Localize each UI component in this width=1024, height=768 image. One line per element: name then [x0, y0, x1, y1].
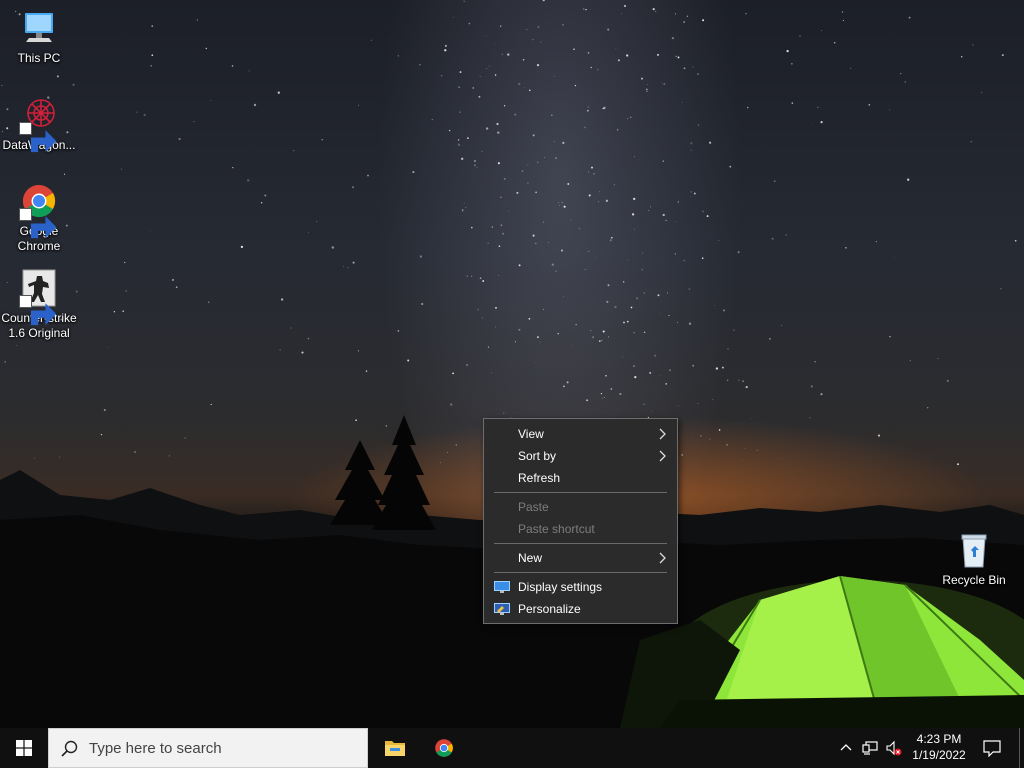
menu-item-paste: Paste	[484, 496, 677, 518]
menu-item-label: Refresh	[518, 471, 561, 485]
recycle-bin-icon	[954, 530, 994, 570]
action-center-button[interactable]	[980, 728, 1008, 768]
desktop-icon-recycle-bin[interactable]: Recycle Bin	[936, 530, 1012, 588]
menu-item-refresh[interactable]: Refresh	[484, 467, 677, 489]
menu-separator	[494, 543, 667, 544]
chrome-icon	[19, 181, 59, 239]
desktop-icon-counter-strike[interactable]: Counter-strike 1.6 Original	[1, 268, 77, 341]
taskbar-clock[interactable]: 4:23 PM 1/19/2022	[902, 731, 976, 763]
menu-item-display-settings[interactable]: Display settings	[484, 576, 677, 598]
menu-item-label: Display settings	[518, 580, 603, 594]
computer-icon	[19, 8, 59, 48]
display-settings-icon	[494, 581, 510, 593]
menu-item-label: New	[518, 551, 543, 565]
volume-muted-icon	[886, 740, 902, 756]
menu-item-label: View	[518, 427, 544, 441]
chevron-right-icon	[659, 552, 666, 564]
menu-item-paste-shortcut: Paste shortcut	[484, 518, 677, 540]
tray-network[interactable]	[862, 740, 878, 756]
taskbar-search-box[interactable]	[48, 728, 368, 768]
menu-item-sort-by[interactable]: Sort by	[484, 445, 677, 467]
shortcut-arrow-icon	[19, 122, 57, 153]
menu-item-label: Sort by	[518, 449, 557, 463]
chevron-right-icon	[659, 450, 666, 462]
taskbar-app-chrome[interactable]	[420, 728, 468, 768]
tray-show-hidden-icons[interactable]	[838, 740, 854, 756]
menu-item-label: Paste shortcut	[518, 522, 595, 536]
start-button[interactable]	[0, 728, 48, 768]
search-icon	[61, 740, 78, 757]
counter-strike-icon	[19, 268, 59, 326]
desktop-icon-this-pc[interactable]: This PC	[1, 8, 77, 66]
menu-separator	[494, 572, 667, 573]
chevron-right-icon	[659, 428, 666, 440]
show-desktop-button[interactable]	[1019, 728, 1024, 768]
clock-date: 1/19/2022	[912, 748, 966, 762]
menu-item-label: Paste	[518, 500, 549, 514]
desktop-icon-google-chrome[interactable]: Google Chrome	[1, 181, 77, 254]
menu-item-personalize[interactable]: Personalize	[484, 598, 677, 620]
menu-item-label: Personalize	[518, 602, 581, 616]
menu-separator	[494, 492, 667, 493]
search-input[interactable]	[89, 729, 359, 767]
datawagon-icon	[19, 95, 59, 153]
file-explorer-icon	[385, 741, 405, 756]
tray-volume[interactable]	[886, 740, 902, 756]
menu-item-view[interactable]: View	[484, 423, 677, 445]
desktop-context-menu: View Sort by Refresh Paste Paste shortcu…	[483, 418, 678, 624]
chevron-up-icon	[840, 744, 852, 751]
personalize-icon	[494, 603, 510, 615]
desktop-icon-label: Recycle Bin	[942, 573, 1006, 587]
clock-time: 4:23 PM	[916, 732, 962, 746]
taskbar: 4:23 PM 1/19/2022	[0, 728, 1024, 768]
taskbar-app-file-explorer[interactable]	[371, 728, 419, 768]
chrome-icon	[435, 739, 453, 757]
shortcut-arrow-icon	[19, 208, 57, 239]
menu-item-new[interactable]: New	[484, 547, 677, 569]
desktop-icon-label: This PC	[17, 51, 61, 65]
windows-logo-icon	[16, 740, 32, 756]
notification-icon	[983, 740, 1001, 757]
shortcut-arrow-icon	[19, 295, 57, 326]
network-icon	[862, 741, 878, 755]
desktop-icon-datawagon[interactable]: DataWagon...	[1, 95, 77, 153]
